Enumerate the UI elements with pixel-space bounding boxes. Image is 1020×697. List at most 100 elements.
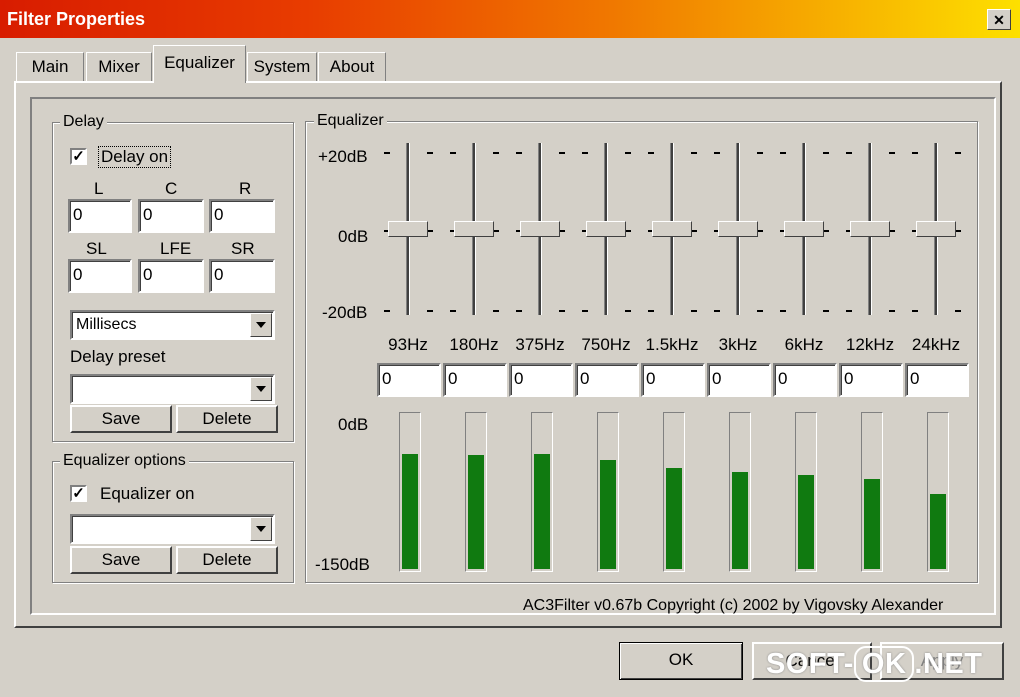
tick-mark	[889, 152, 895, 154]
tab-system[interactable]: System	[247, 52, 317, 82]
tick-mark	[559, 310, 565, 312]
delay-preset-label: Delay preset	[70, 347, 166, 366]
tick-mark	[846, 152, 852, 154]
level-meter-fill	[534, 454, 550, 569]
band-gain-input[interactable]: 0	[443, 363, 507, 397]
title-bar	[0, 0, 1020, 38]
delay-units-select[interactable]: Millisecs	[70, 310, 275, 340]
delay-l-input[interactable]: 0	[68, 199, 132, 233]
tick-mark	[625, 152, 631, 154]
chevron-down-icon[interactable]	[250, 517, 272, 541]
chevron-down-icon[interactable]	[250, 313, 272, 337]
slider-thumb-6kHz[interactable]	[784, 221, 824, 237]
channel-label-lfe: LFE	[160, 239, 192, 258]
delay-sr-input[interactable]: 0	[209, 259, 275, 293]
band-gain-input[interactable]: 0	[707, 363, 771, 397]
equalizer-group-title: Equalizer	[314, 112, 387, 130]
slider-thumb-12kHz[interactable]	[850, 221, 890, 237]
level-meter-fill	[930, 494, 946, 569]
equalizer-options-title: Equalizer options	[60, 452, 189, 470]
slider-thumb-750Hz[interactable]	[586, 221, 626, 237]
tick-mark	[714, 310, 720, 312]
band-gain-input[interactable]: 0	[377, 363, 441, 397]
level-meter-fill	[600, 460, 616, 569]
level-meter-fill	[666, 468, 682, 569]
tick-mark	[780, 152, 786, 154]
equalizer-save-button[interactable]: Save	[70, 546, 172, 574]
slider-thumb-24kHz[interactable]	[916, 221, 956, 237]
equalizer-delete-button[interactable]: Delete	[176, 546, 278, 574]
tab-equalizer[interactable]: Equalizer	[153, 45, 246, 83]
band-freq-label: 1.5kHz	[645, 335, 699, 354]
band-gain-input[interactable]: 0	[773, 363, 837, 397]
slider-thumb-3kHz[interactable]	[718, 221, 758, 237]
delay-delete-button[interactable]: Delete	[176, 405, 278, 433]
level-meter-fill	[732, 472, 748, 569]
tick-mark	[955, 310, 961, 312]
band-freq-label: 375Hz	[515, 335, 565, 354]
band-freq-label: 24kHz	[911, 335, 961, 354]
equalizer-on-label: Equalizer on	[100, 484, 195, 503]
delay-preset-select[interactable]	[70, 374, 275, 404]
tick-mark	[714, 152, 720, 154]
delay-r-input[interactable]: 0	[209, 199, 275, 233]
level-meter	[927, 412, 949, 572]
meter-label-bottom: -150dB	[315, 555, 370, 574]
band-freq-label: 180Hz	[449, 335, 499, 354]
equalizer-preset-select[interactable]	[70, 514, 275, 544]
tick-mark	[912, 152, 918, 154]
delay-on-label: Delay on	[98, 146, 172, 168]
tick-mark	[516, 152, 522, 154]
band-gain-input[interactable]: 0	[641, 363, 705, 397]
watermark: SOFT- OK .NET	[766, 646, 983, 682]
db-label-bottom: -20dB	[322, 303, 368, 322]
band-freq-label: 12kHz	[845, 335, 895, 354]
level-meter	[795, 412, 817, 572]
delay-save-button[interactable]: Save	[70, 405, 172, 433]
delay-lfe-input[interactable]: 0	[138, 259, 204, 293]
tick-mark	[493, 310, 499, 312]
slider-thumb-375Hz[interactable]	[520, 221, 560, 237]
band-gain-input[interactable]: 0	[575, 363, 639, 397]
band-gain-input[interactable]: 0	[905, 363, 969, 397]
slider-thumb-93Hz[interactable]	[388, 221, 428, 237]
tick-mark	[757, 310, 763, 312]
tick-mark	[648, 310, 654, 312]
tick-mark	[823, 152, 829, 154]
channel-label-sl: SL	[86, 239, 107, 258]
tick-mark	[582, 310, 588, 312]
close-icon: ✕	[993, 12, 1005, 28]
tick-mark	[691, 310, 697, 312]
slider-thumb-180Hz[interactable]	[454, 221, 494, 237]
channel-label-c: C	[165, 179, 178, 198]
tick-mark	[516, 310, 522, 312]
level-meter	[399, 412, 421, 572]
delay-c-input[interactable]: 0	[138, 199, 204, 233]
tick-mark	[823, 310, 829, 312]
tick-mark	[493, 152, 499, 154]
band-freq-label: 93Hz	[388, 335, 428, 354]
delay-on-checkbox[interactable]: ✓	[70, 148, 87, 165]
chevron-down-icon[interactable]	[250, 377, 272, 401]
band-gain-input[interactable]: 0	[509, 363, 573, 397]
tick-mark	[384, 152, 390, 154]
channel-label-sr: SR	[231, 239, 255, 258]
tab-main[interactable]: Main	[16, 52, 84, 82]
tick-mark	[625, 310, 631, 312]
tick-mark	[780, 310, 786, 312]
slider-thumb-1.5kHz[interactable]	[652, 221, 692, 237]
tick-mark	[889, 310, 895, 312]
meter-label-top: 0dB	[338, 415, 369, 434]
equalizer-on-checkbox[interactable]: ✓	[70, 485, 87, 502]
channel-label-r: R	[239, 179, 252, 198]
level-meter	[729, 412, 751, 572]
close-button[interactable]: ✕	[987, 9, 1011, 30]
tick-mark	[427, 152, 433, 154]
tab-mixer[interactable]: Mixer	[86, 52, 152, 82]
tick-mark	[648, 152, 654, 154]
tab-about[interactable]: About	[318, 52, 386, 82]
ok-button[interactable]: OK	[619, 642, 743, 680]
band-gain-input[interactable]: 0	[839, 363, 903, 397]
level-meter	[663, 412, 685, 572]
delay-sl-input[interactable]: 0	[68, 259, 132, 293]
